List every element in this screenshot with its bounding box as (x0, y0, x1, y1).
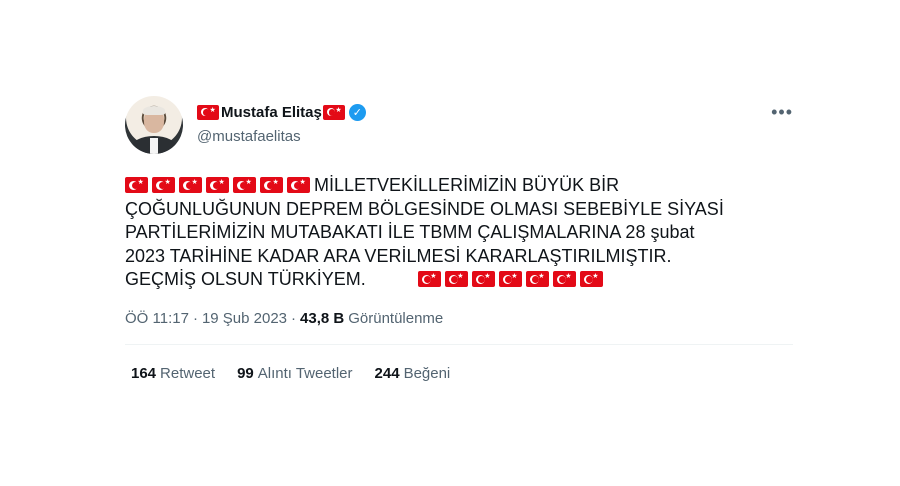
flag-turkey-icon: ★ (197, 104, 219, 120)
leading-flags: ★ ★ ★ ★ ★ ★ ★ (125, 175, 314, 195)
likes-count: 244 (374, 364, 400, 382)
display-name[interactable]: Mustafa Elitaş (221, 104, 322, 121)
flag-turkey-icon: ★ (287, 177, 310, 193)
flag-turkey-icon: ★ (417, 271, 441, 287)
flag-turkey-icon: ★ (444, 271, 468, 287)
tweet-text-line: MİLLETVEKİLLERİMİZİN BÜYÜK BİR (314, 175, 620, 195)
flag-turkey-icon: ★ (552, 271, 576, 287)
tweet-date[interactable]: 19 Şub 2023 (202, 310, 287, 327)
flag-turkey-icon: ★ (260, 177, 283, 193)
meta-separator: · (291, 309, 297, 327)
flag-turkey-icon: ★ (471, 271, 495, 287)
divider (125, 343, 793, 345)
tweet-text-line: ÇOĞUNLUĞUNUN DEPREM BÖLGESİNDE OLMASI SE… (125, 198, 724, 219)
tweet-meta: ÖÖ 11:17 · 19 Şub 2023 · 43,8 B Görüntül… (125, 310, 793, 327)
flag-turkey-icon: ★ (525, 271, 549, 287)
flag-turkey-icon: ★ (206, 177, 229, 193)
quotes-stat[interactable]: 99 Alıntı Tweetler (237, 365, 352, 382)
verified-badge-icon: ✓ (348, 103, 366, 121)
author-handle[interactable]: @mustafaelitas (197, 128, 366, 145)
retweets-stat[interactable]: 164 Retweet (131, 365, 215, 382)
avatar-hair (143, 106, 165, 115)
quotes-label: Alıntı Tweetler (257, 364, 353, 382)
flag-turkey-icon: ★ (498, 271, 522, 287)
tweet-time[interactable]: ÖÖ 11:17 (125, 310, 189, 327)
flag-turkey-icon: ★ (152, 177, 175, 193)
views-count: 43,8 B (300, 309, 345, 327)
meta-separator: · (192, 309, 198, 327)
avatar[interactable] (125, 96, 183, 154)
display-name-line[interactable]: ★ Mustafa Elitaş ★ ✓ (197, 102, 366, 122)
tweet-text-line: 2023 TARİHİNE KADAR ARA VERİLMESİ KARARL… (125, 245, 672, 266)
retweets-label: Retweet (160, 364, 216, 382)
avatar-shirt (150, 138, 158, 154)
flag-turkey-icon: ★ (322, 104, 345, 120)
flag-turkey-icon: ★ (579, 271, 603, 287)
quotes-count: 99 (237, 364, 254, 382)
tweet-header: ★ Mustafa Elitaş ★ ✓ @mustafaelitas ••• (125, 90, 793, 156)
more-options-button[interactable]: ••• (771, 102, 793, 123)
retweets-count: 164 (131, 364, 157, 382)
tweet-text: ★ ★ ★ ★ ★ ★ ★ MİLLETVEKİLLERİMİZİN BÜYÜK BİR ÇO… (125, 174, 765, 292)
trailing-flags: ★ ★ ★ ★ ★ ★ ★ (417, 269, 607, 289)
flag-turkey-icon: ★ (233, 177, 256, 193)
flag-turkey-icon: ★ (179, 177, 202, 193)
tweet-text-line: PARTİLERİMİZİN MUTABAKATI İLE TBMM ÇALIŞ… (125, 222, 695, 242)
engagement-stats: 164 Retweet 99 Alıntı Tweetler 244 Beğeni (131, 365, 793, 382)
flag-turkey-icon: ★ (125, 177, 148, 193)
likes-label: Beğeni (403, 364, 451, 382)
likes-stat[interactable]: 244 Beğeni (375, 365, 451, 382)
author-info: ★ Mustafa Elitaş ★ ✓ @mustafaelitas (197, 102, 366, 145)
tweet-text-line: GEÇMİŞ OLSUN TÜRKİYEM. (125, 269, 366, 289)
views-label: Görüntülenme (348, 309, 444, 327)
tweet-card: ★ Mustafa Elitaş ★ ✓ @mustafaelitas ••• … (125, 90, 793, 382)
